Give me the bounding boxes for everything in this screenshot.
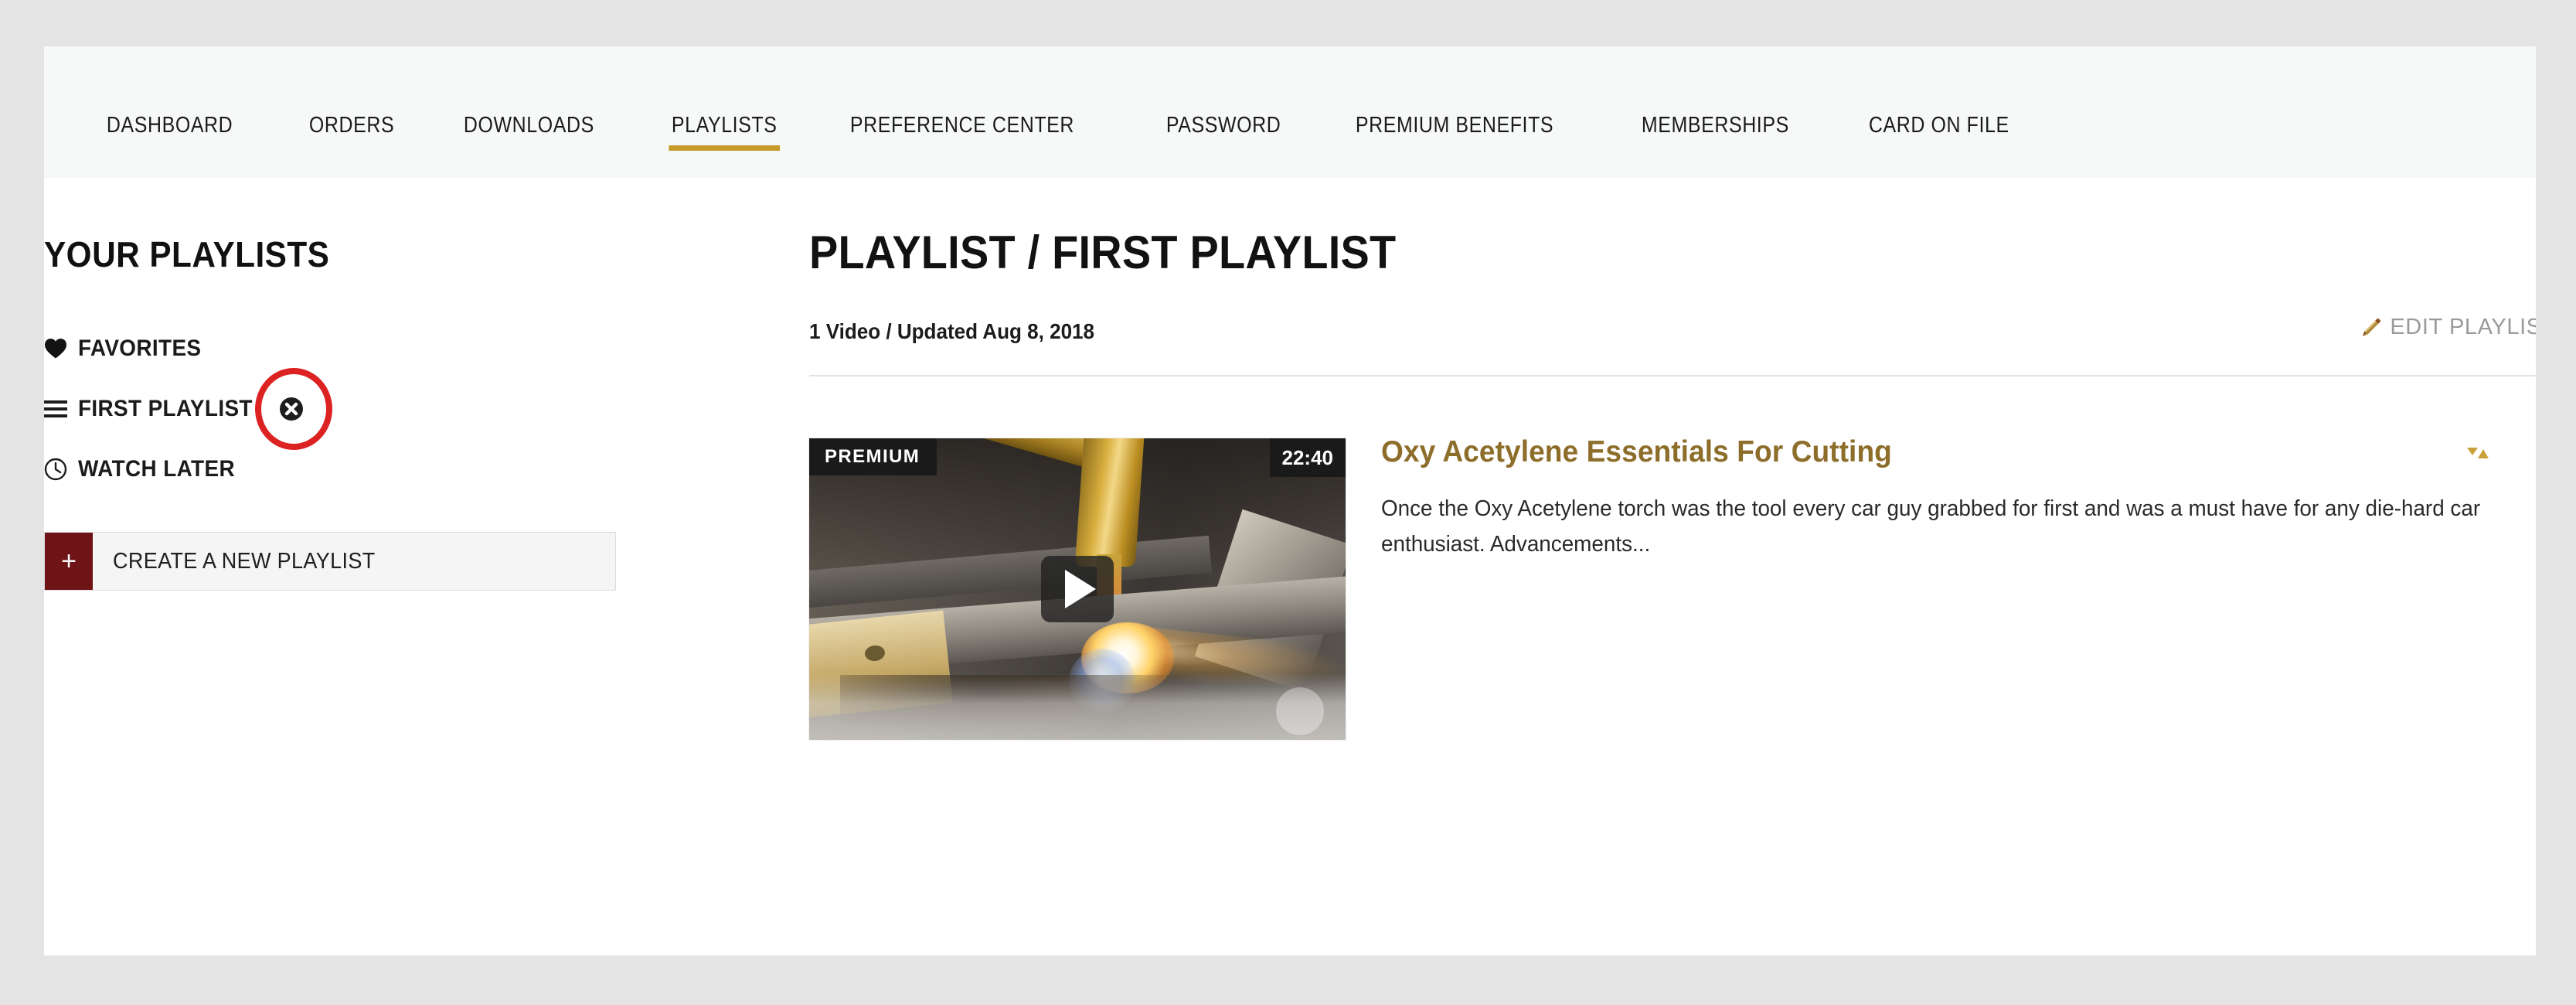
sidebar-item-watch-later-label: WATCH LATER (78, 456, 235, 482)
tab-playlists[interactable]: PLAYLISTS (666, 114, 782, 154)
sidebar-item-first-playlist-label: FIRST PLAYLIST (78, 396, 253, 421)
tab-password-label: PASSWORD (1165, 113, 1281, 138)
account-nav: DASHBOARD ORDERS DOWNLOADS PLAYLISTS PRE… (44, 46, 2536, 178)
sidebar-item-watch-later[interactable]: WATCH LATER (44, 439, 786, 499)
tab-card-on-file[interactable]: CARD ON FILE (1863, 114, 2015, 154)
video-thumbnail[interactable]: PREMIUM 22:40 (809, 438, 1346, 740)
delete-playlist-button[interactable] (254, 368, 332, 450)
clock-icon (44, 458, 78, 481)
video-duration-badge: 22:40 (1269, 438, 1346, 477)
sidebar-item-first-playlist[interactable]: FIRST PLAYLIST (44, 368, 786, 450)
tab-card-on-file-label: CARD ON FILE (1868, 113, 2009, 138)
play-icon[interactable] (1041, 555, 1114, 622)
playlist-meta-text: 1 Video / Updated Aug 8, 2018 (809, 319, 1095, 343)
heart-icon (44, 338, 78, 359)
tab-password[interactable]: PASSWORD (1161, 114, 1286, 154)
create-new-playlist-label: CREATE A NEW PLAYLIST (113, 548, 376, 574)
tab-orders[interactable]: ORDERS (304, 114, 400, 154)
playlist-meta-row: 1 Video / Updated Aug 8, 2018 EDIT PLAYL… (809, 315, 2536, 344)
tab-premium-benefits[interactable]: PREMIUM BENEFITS (1350, 114, 1559, 154)
tab-playlists-label: PLAYLISTS (671, 113, 778, 138)
page-title: PLAYLIST / FIRST PLAYLIST (809, 227, 1397, 278)
create-new-playlist-button[interactable]: + CREATE A NEW PLAYLIST (44, 532, 616, 591)
tab-preference-center-label: PREFERENCE CENTER (849, 113, 1074, 138)
thumbnail-image-layer (1074, 438, 1145, 567)
sort-arrows-icon[interactable] (2466, 445, 2489, 462)
sidebar-item-favorites[interactable]: FAVORITES (44, 319, 786, 379)
plus-icon: + (45, 533, 93, 590)
sidebar-title: YOUR PLAYLISTS (44, 234, 330, 274)
tab-downloads[interactable]: DOWNLOADS (458, 114, 600, 154)
edit-playlist-button[interactable]: EDIT PLAYLIST (2360, 315, 2536, 340)
premium-badge: PREMIUM (809, 438, 938, 475)
playlist-header: PLAYLIST / FIRST PLAYLIST 1 Video / Upda… (809, 226, 2536, 376)
video-title-link[interactable]: Oxy Acetylene Essentials For Cutting (1381, 435, 2478, 469)
playlist-nav-list: FAVORITES FIRST PLAYLIST WATCH LATER (44, 319, 786, 499)
tab-memberships-label: MEMBERSHIPS (1641, 113, 1789, 138)
playlists-sidebar: YOUR PLAYLISTS FAVORITES FIRST PLAYLIST … (44, 178, 786, 956)
pencil-icon (2360, 317, 2382, 339)
edit-playlist-label: EDIT PLAYLIST (2390, 315, 2536, 339)
page-body: YOUR PLAYLISTS FAVORITES FIRST PLAYLIST … (44, 178, 2536, 956)
account-page: DASHBOARD ORDERS DOWNLOADS PLAYLISTS PRE… (44, 46, 2536, 956)
tab-memberships[interactable]: MEMBERSHIPS (1636, 114, 1795, 154)
tab-dashboard[interactable]: DASHBOARD (101, 114, 238, 154)
tab-active-underline (669, 145, 780, 151)
close-circle-icon (279, 397, 303, 421)
playlist-main-content: PLAYLIST / FIRST PLAYLIST 1 Video / Upda… (786, 178, 2536, 956)
sidebar-item-favorites-label: FAVORITES (78, 336, 202, 361)
list-icon (44, 400, 78, 418)
tab-preference-center[interactable]: PREFERENCE CENTER (845, 114, 1080, 154)
tab-premium-benefits-label: PREMIUM BENEFITS (1355, 113, 1553, 138)
play-triangle (1065, 569, 1096, 608)
video-description: Once the Oxy Acetylene torch was the too… (1381, 496, 2481, 557)
tab-dashboard-label: DASHBOARD (106, 113, 233, 138)
tab-orders-label: ORDERS (308, 113, 395, 138)
playlist-video-list: PREMIUM 22:40 Oxy Acetylene Essentials F… (809, 435, 2536, 740)
tab-downloads-label: DOWNLOADS (464, 113, 595, 138)
thumbnail-overlay-circle (1276, 686, 1324, 735)
account-nav-list: DASHBOARD ORDERS DOWNLOADS PLAYLISTS PRE… (44, 46, 2536, 178)
video-list-item: PREMIUM 22:40 Oxy Acetylene Essentials F… (809, 435, 2536, 740)
thumbnail-image-layer (809, 673, 1346, 740)
video-details: Oxy Acetylene Essentials For Cutting Onc… (1346, 435, 2536, 564)
section-divider (809, 374, 2536, 376)
